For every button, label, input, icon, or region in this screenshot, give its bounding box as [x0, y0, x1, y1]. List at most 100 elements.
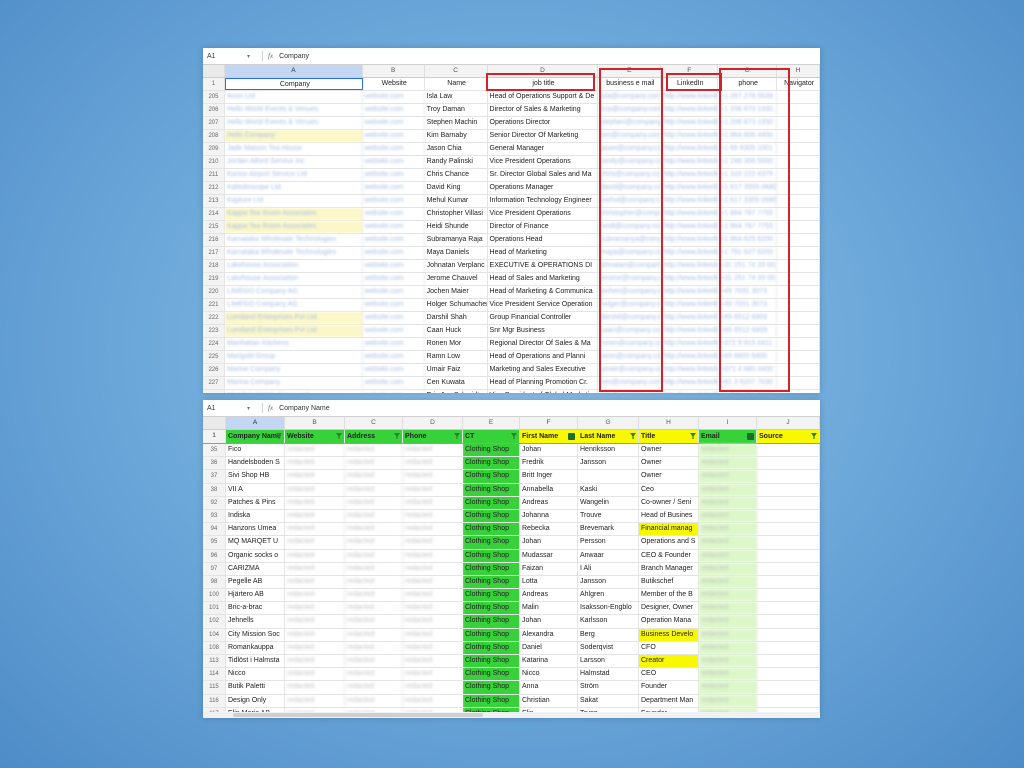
ct-cell[interactable]: Clothing Shop	[463, 668, 520, 681]
job-title-cell[interactable]: Director of Finance	[488, 221, 599, 233]
navigator-cell[interactable]	[777, 156, 820, 168]
linkedin-cell[interactable]: http://www.linkedin.com	[661, 143, 719, 155]
title-cell[interactable]: Creator	[639, 655, 699, 668]
name-cell[interactable]: Johnatan Verplanc	[425, 260, 488, 272]
filter-icon[interactable]	[811, 433, 817, 439]
phone-cell[interactable]: redacted	[403, 470, 463, 483]
first-name-cell[interactable]: Annabella	[520, 483, 578, 496]
last-name-cell[interactable]: Sakat	[578, 694, 639, 707]
column-header-h[interactable]: H	[777, 65, 820, 77]
source-cell[interactable]	[757, 536, 820, 549]
address-cell[interactable]: redacted	[345, 549, 403, 562]
phone-cell[interactable]: +65 6600 6400	[718, 351, 778, 363]
phone-cell[interactable]: +1 65 6305 1001	[718, 143, 778, 155]
first-name-cell[interactable]: Johanna	[520, 509, 578, 523]
source-cell[interactable]	[757, 562, 820, 575]
linkedin-cell[interactable]: http://www.linkedin.com	[661, 390, 719, 393]
last-name-cell[interactable]: Karlsson	[578, 615, 639, 628]
website-cell[interactable]: redacted	[285, 562, 345, 575]
column-header-c[interactable]: C	[345, 417, 403, 429]
address-cell[interactable]: redacted	[345, 668, 403, 681]
ct-cell[interactable]: Clothing Shop	[463, 562, 520, 575]
title-cell[interactable]: Operation Mana	[639, 615, 699, 628]
website-cell[interactable]: redacted	[285, 628, 345, 641]
header-cell[interactable]: job title	[488, 78, 599, 90]
company-name-cell[interactable]: Bric-a-brac	[226, 602, 285, 615]
last-name-cell[interactable]: I Ali	[578, 562, 639, 575]
email-cell[interactable]: redacted	[699, 615, 757, 628]
name-cell[interactable]: Ramn Low	[425, 351, 488, 363]
website-cell[interactable]: website.com	[363, 130, 425, 142]
website-cell[interactable]: redacted	[285, 470, 345, 483]
filter-icon[interactable]	[454, 433, 460, 439]
source-cell[interactable]	[757, 509, 820, 523]
email-cell[interactable]: ramn@company.com	[598, 351, 662, 363]
title-cell[interactable]: Business Develo	[639, 628, 699, 641]
phone-cell[interactable]: redacted	[403, 668, 463, 681]
website-cell[interactable]: website.com	[363, 286, 425, 298]
last-name-cell[interactable]: Wangelin	[578, 496, 639, 509]
navigator-cell[interactable]	[777, 325, 820, 337]
website-cell[interactable]: website.com	[363, 117, 425, 129]
source-cell[interactable]	[757, 470, 820, 483]
phone-cell[interactable]: redacted	[403, 628, 463, 641]
website-cell[interactable]: website.com	[363, 338, 425, 350]
last-name-cell[interactable]: Jansson	[578, 457, 639, 470]
column-header-d[interactable]: D	[488, 65, 599, 77]
title-cell[interactable]: Designer, Owner	[639, 602, 699, 615]
title-cell[interactable]: Department Man	[639, 694, 699, 707]
title-cell[interactable]: Owner	[639, 457, 699, 470]
website-cell[interactable]: website.com	[363, 169, 425, 181]
phone-cell[interactable]: +49 7031 3073	[718, 299, 778, 311]
column-header-j[interactable]: J	[757, 417, 820, 429]
email-cell[interactable]: cen@company.com	[598, 377, 662, 389]
ct-cell[interactable]: Clothing Shop	[463, 496, 520, 509]
linkedin-cell[interactable]: http://www.linkedin.com	[661, 377, 719, 389]
email-cell[interactable]: isla@company.com	[598, 91, 662, 103]
job-title-cell[interactable]: Vice President Service Operation	[488, 299, 599, 311]
first-name-cell[interactable]: Andreas	[520, 589, 578, 602]
source-cell[interactable]	[757, 655, 820, 668]
first-name-cell[interactable]: Rebecka	[520, 523, 578, 536]
navigator-cell[interactable]	[777, 234, 820, 246]
company-name-cell[interactable]: Design Only	[226, 694, 285, 707]
name-cell[interactable]: Umair Faiz	[425, 364, 488, 376]
phone-cell[interactable]: redacted	[403, 496, 463, 509]
phone-cell[interactable]: redacted	[403, 483, 463, 496]
company-cell[interactable]: Lumiland Enterprises Pvt Ltd	[224, 312, 363, 324]
cell-reference[interactable]: A1	[203, 405, 247, 412]
source-cell[interactable]	[757, 589, 820, 602]
ct-cell[interactable]: Clothing Shop	[463, 641, 520, 654]
email-cell[interactable]: redacted	[699, 668, 757, 681]
phone-cell[interactable]: +1 864 606 4400	[718, 130, 778, 142]
website-cell[interactable]: website.com	[363, 208, 425, 220]
company-name-cell[interactable]: Fico	[226, 444, 285, 457]
email-cell[interactable]: jochen@company.com	[598, 286, 662, 298]
website-cell[interactable]: redacted	[285, 602, 345, 615]
header-cell[interactable]: First Name	[520, 430, 578, 443]
company-cell[interactable]: Marina Company	[225, 377, 363, 389]
ct-cell[interactable]: Clothing Shop	[463, 536, 520, 549]
website-cell[interactable]: redacted	[285, 549, 345, 562]
phone-cell[interactable]: +1 206 673 1330	[718, 104, 778, 116]
company-cell[interactable]: Hello World Events & Venues	[225, 117, 363, 129]
linkedin-cell[interactable]: http://www.linkedin.com	[661, 364, 719, 376]
chevron-down-icon[interactable]: ▾	[247, 405, 257, 412]
ct-cell[interactable]: Clothing Shop	[463, 575, 520, 589]
header-cell[interactable]: Website	[285, 430, 345, 443]
column-header-i[interactable]: I	[699, 417, 757, 429]
column-header-a[interactable]: A	[224, 65, 363, 77]
phone-cell[interactable]: +31 251 74 33 00	[718, 260, 778, 272]
navigator-cell[interactable]	[777, 390, 820, 393]
column-header-g[interactable]: G	[578, 417, 639, 429]
phone-cell[interactable]: +1 617 3555 0680	[718, 182, 778, 194]
company-cell[interactable]: Kappa Tea Room Associates	[224, 208, 363, 220]
name-cell[interactable]: Subramanya Raja	[425, 234, 488, 246]
corner-cell[interactable]	[203, 65, 225, 77]
phone-cell[interactable]: redacted	[403, 602, 463, 615]
last-name-cell[interactable]: Isaksson-Engblo	[578, 602, 639, 615]
address-cell[interactable]: redacted	[345, 589, 403, 602]
header-cell[interactable]: Name	[425, 78, 488, 90]
phone-cell[interactable]: +1 864 787 7755	[718, 208, 778, 220]
ct-cell[interactable]: Clothing Shop	[463, 523, 520, 536]
